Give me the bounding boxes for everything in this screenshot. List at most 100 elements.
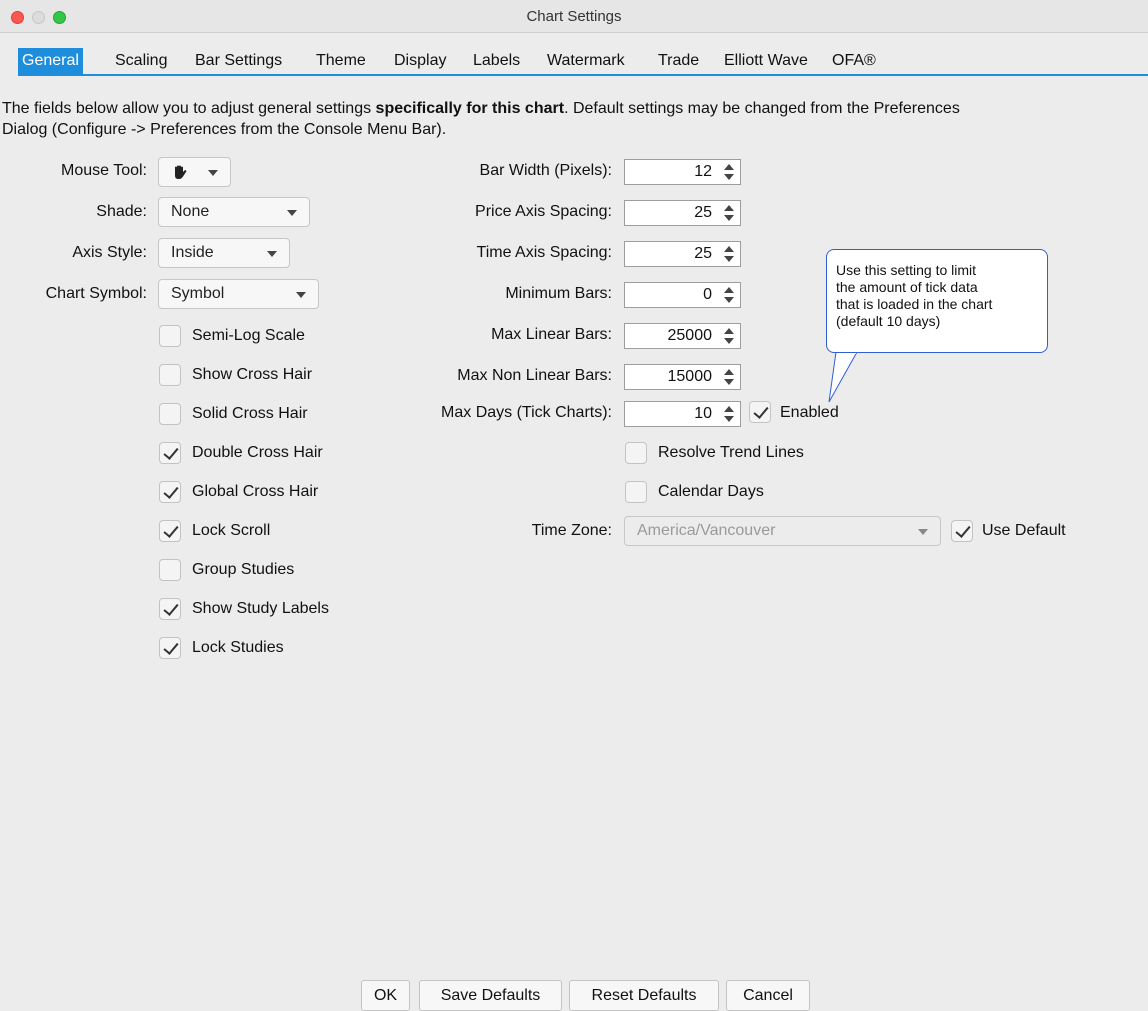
tab-elliott-wave[interactable]: Elliott Wave	[720, 48, 812, 74]
tab-general[interactable]: General	[18, 48, 83, 74]
bar-width-value: 12	[694, 163, 712, 180]
window-title: Chart Settings	[526, 8, 622, 25]
ok-button[interactable]: OK	[361, 980, 410, 1011]
solid-cross-hair-checkbox[interactable]	[159, 403, 181, 425]
mouse-tool-dropdown[interactable]	[158, 157, 231, 187]
double-cross-hair-label: Double Cross Hair	[192, 444, 323, 461]
semi-log-scale-checkbox[interactable]	[159, 325, 181, 347]
max-linear-bars-label: Max Linear Bars:	[491, 326, 612, 343]
tab-labels[interactable]: Labels	[469, 48, 524, 74]
spinner-arrows-icon[interactable]	[724, 205, 734, 221]
time-axis-spacing-label: Time Axis Spacing:	[476, 244, 612, 261]
bar-width-spinner[interactable]: 12	[624, 159, 741, 185]
solid-cross-hair-label: Solid Cross Hair	[192, 405, 308, 422]
max-non-linear-bars-value: 15000	[667, 368, 713, 385]
time-zone-label: Time Zone:	[531, 522, 612, 539]
global-cross-hair-checkbox[interactable]	[159, 481, 181, 503]
calendar-days-label: Calendar Days	[658, 483, 764, 500]
checkmark-icon	[163, 600, 179, 616]
use-default-checkbox[interactable]	[951, 520, 973, 542]
callout-pointer	[828, 352, 858, 403]
tab-watermark[interactable]: Watermark	[543, 48, 629, 74]
chevron-down-icon	[918, 529, 928, 535]
tab-ofa[interactable]: OFA®	[828, 48, 880, 74]
double-cross-hair-checkbox[interactable]	[159, 442, 181, 464]
time-axis-spacing-spinner[interactable]: 25	[624, 241, 741, 267]
show-cross-hair-label: Show Cross Hair	[192, 366, 313, 383]
bar-width-label: Bar Width (Pixels):	[479, 162, 612, 179]
max-non-linear-bars-label: Max Non Linear Bars:	[457, 367, 612, 384]
tab-scaling[interactable]: Scaling	[111, 48, 171, 74]
reset-defaults-button[interactable]: Reset Defaults	[569, 980, 719, 1011]
lock-scroll-checkbox[interactable]	[159, 520, 181, 542]
save-defaults-button[interactable]: Save Defaults	[419, 980, 562, 1011]
callout-tooltip: Use this setting to limit the amount of …	[826, 249, 1048, 353]
spinner-arrows-icon[interactable]	[724, 328, 734, 344]
global-cross-hair-label: Global Cross Hair	[192, 483, 319, 500]
shade-label: Shade:	[96, 203, 147, 220]
max-days-value: 10	[694, 405, 712, 422]
tab-bar: General Scaling Bar Settings Theme Displ…	[18, 48, 1148, 76]
description-text: The fields below allow you to adjust gen…	[2, 98, 1148, 140]
time-zone-dropdown[interactable]: America/Vancouver	[624, 516, 941, 546]
spinner-arrows-icon[interactable]	[724, 246, 734, 262]
chevron-down-icon	[208, 170, 218, 176]
price-axis-spacing-spinner[interactable]: 25	[624, 200, 741, 226]
use-default-label: Use Default	[982, 522, 1066, 539]
max-linear-bars-spinner[interactable]: 25000	[624, 323, 741, 349]
spinner-arrows-icon[interactable]	[724, 406, 734, 422]
hand-icon	[175, 165, 187, 179]
description-part2: . Default settings may be changed from t…	[564, 100, 960, 117]
max-days-spinner[interactable]: 10	[624, 401, 741, 427]
tab-trade[interactable]: Trade	[654, 48, 703, 74]
shade-dropdown[interactable]: None	[158, 197, 310, 227]
lock-studies-label: Lock Studies	[192, 639, 284, 656]
lock-studies-checkbox[interactable]	[159, 637, 181, 659]
axis-style-dropdown[interactable]: Inside	[158, 238, 290, 268]
chart-symbol-dropdown[interactable]: Symbol	[158, 279, 319, 309]
chevron-down-icon	[267, 251, 277, 257]
axis-style-value: Inside	[171, 244, 214, 261]
checkmark-icon	[163, 483, 179, 499]
price-axis-spacing-value: 25	[694, 204, 712, 221]
spinner-arrows-icon[interactable]	[724, 287, 734, 303]
show-study-labels-checkbox[interactable]	[159, 598, 181, 620]
price-axis-spacing-label: Price Axis Spacing:	[475, 203, 612, 220]
spinner-arrows-icon[interactable]	[724, 369, 734, 385]
group-studies-label: Group Studies	[192, 561, 295, 578]
calendar-days-checkbox[interactable]	[625, 481, 647, 503]
group-studies-checkbox[interactable]	[159, 559, 181, 581]
callout-line: Use this setting to limit	[836, 262, 977, 278]
callout-line: (default 10 days)	[836, 313, 941, 329]
max-linear-bars-value: 25000	[667, 327, 713, 344]
checkmark-icon	[163, 522, 179, 538]
minimum-bars-label: Minimum Bars:	[505, 285, 612, 302]
time-zone-value: America/Vancouver	[637, 522, 776, 539]
resolve-trend-lines-label: Resolve Trend Lines	[658, 444, 804, 461]
tab-display[interactable]: Display	[390, 48, 450, 74]
description-line2: Dialog (Configure -> Preferences from th…	[2, 121, 447, 138]
enabled-checkbox[interactable]	[749, 401, 771, 423]
callout-line: the amount of tick data	[836, 279, 978, 295]
cancel-button[interactable]: Cancel	[726, 980, 810, 1011]
checkmark-icon	[163, 444, 179, 460]
minimum-bars-spinner[interactable]: 0	[624, 282, 741, 308]
chevron-down-icon	[296, 292, 306, 298]
title-bar: Chart Settings	[0, 0, 1148, 33]
show-study-labels-label: Show Study Labels	[192, 600, 329, 617]
chart-symbol-value: Symbol	[171, 285, 225, 302]
resolve-trend-lines-checkbox[interactable]	[625, 442, 647, 464]
semi-log-scale-label: Semi-Log Scale	[192, 327, 305, 344]
show-cross-hair-checkbox[interactable]	[159, 364, 181, 386]
checkmark-icon	[163, 639, 179, 655]
shade-value: None	[171, 203, 210, 220]
time-axis-spacing-value: 25	[694, 245, 712, 262]
max-non-linear-bars-spinner[interactable]: 15000	[624, 364, 741, 390]
tab-theme[interactable]: Theme	[312, 48, 370, 74]
tab-bar-settings[interactable]: Bar Settings	[191, 48, 286, 74]
max-days-label: Max Days (Tick Charts):	[441, 404, 612, 421]
spinner-arrows-icon[interactable]	[724, 164, 734, 180]
chart-symbol-label: Chart Symbol:	[45, 285, 147, 302]
description-bold: specifically for this chart	[375, 100, 565, 117]
lock-scroll-label: Lock Scroll	[192, 522, 271, 539]
